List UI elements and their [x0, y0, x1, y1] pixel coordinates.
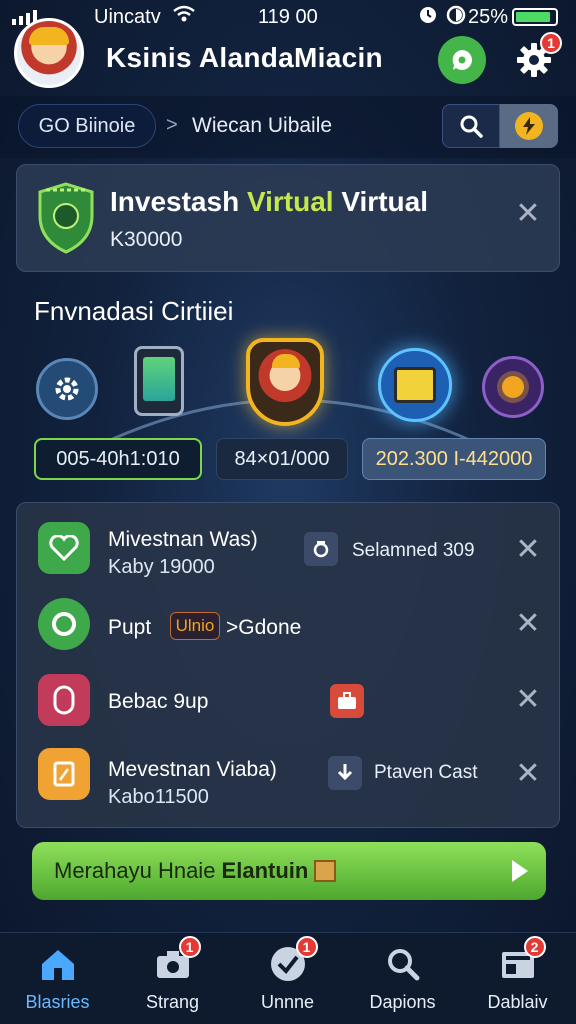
cta-button[interactable]: Merahayu Hnaie Elantuin: [32, 842, 546, 900]
nav-label: Unnne: [260, 992, 315, 1012]
close-icon[interactable]: ✕: [514, 609, 542, 639]
dnd-icon: [446, 5, 466, 31]
home-icon: [36, 942, 80, 986]
nav-item-check[interactable]: 1 Unnne: [230, 936, 345, 1018]
nav-item-camera[interactable]: 1 Strang: [115, 936, 230, 1018]
document-icon: [38, 748, 90, 800]
battery-percent: 25%: [468, 6, 509, 28]
chat-icon: [452, 50, 472, 70]
heart-icon: [38, 522, 90, 574]
clock: 119 00: [258, 6, 318, 28]
play-icon: [512, 860, 528, 882]
list-item-title: Pupt: [108, 616, 152, 639]
nav-label: Strang: [145, 992, 200, 1012]
capsule-icon: [38, 674, 90, 726]
breadcrumb-current: Wiecan Uibaile: [192, 114, 333, 137]
value-pill-2[interactable]: 84×01/000: [216, 438, 348, 480]
investment-amount: K30000: [110, 228, 183, 251]
status-bar: Uincatv 119 00 25%: [0, 0, 576, 34]
ring-icon: [38, 598, 90, 650]
wallet-node[interactable]: [378, 348, 452, 422]
nav-label: Dablaiv: [487, 992, 548, 1012]
briefcase-icon: [330, 684, 364, 718]
nav-label: Blasries: [25, 992, 90, 1012]
shield-icon: [38, 182, 94, 254]
cta-label: Merahayu Hnaie Elantuin: [54, 858, 309, 883]
list-item-title: Bebac 9up: [108, 690, 209, 713]
status-badge: Ulnio: [170, 612, 220, 640]
list-item-title: Mivestnan Was): [108, 528, 258, 551]
settings-button[interactable]: 1: [512, 32, 562, 82]
list-item-sub: Kabo11500: [108, 786, 209, 808]
battery-icon: [512, 8, 558, 26]
nav-item-dashboard[interactable]: 2 Dablaiv: [460, 936, 575, 1018]
camera-icon: 1: [151, 936, 201, 986]
dashboard-icon: 2: [496, 936, 546, 986]
carrier-name: Uincatv: [94, 6, 161, 28]
value-pill-1[interactable]: 005-40h1:010: [34, 438, 202, 480]
breadcrumb-separator: >: [166, 114, 178, 136]
investment-title: Investash Virtual Virtual: [110, 186, 428, 217]
search-button[interactable]: [442, 104, 500, 148]
list-item-suffix: >Gdone: [226, 616, 302, 639]
value-pill-3[interactable]: 202.300 I-442000: [362, 438, 546, 480]
download-icon: [328, 756, 362, 790]
box-icon: [314, 860, 337, 882]
section-title: Fnvnadasi Cirtiiei: [34, 296, 234, 326]
close-icon[interactable]: ✕: [514, 759, 542, 789]
list-item-side-label: Selamned 309: [352, 540, 475, 561]
phone-node[interactable]: [134, 346, 184, 416]
list-item-side-label: Ptaven Cast: [374, 762, 478, 783]
gear-node[interactable]: [36, 358, 98, 420]
nav-label: Dapions: [369, 992, 436, 1012]
close-icon[interactable]: ✕: [514, 685, 542, 715]
settings-badge: 1: [540, 32, 562, 54]
breadcrumb-root[interactable]: GO Biinoie: [18, 104, 156, 148]
worker-avatar-node[interactable]: [246, 338, 324, 426]
search-icon: [381, 942, 425, 986]
nav-item-search[interactable]: Dapions: [345, 938, 460, 1018]
nav-item-home[interactable]: Blasries: [0, 938, 115, 1018]
sun-node[interactable]: [482, 356, 544, 418]
wifi-icon: [172, 4, 196, 30]
nav-badge: 1: [295, 936, 318, 958]
nav-badge: 2: [523, 936, 546, 958]
avatar[interactable]: [14, 18, 84, 88]
camera-icon: [304, 532, 338, 566]
close-icon[interactable]: ✕: [514, 199, 542, 229]
list-item-title: Mevestnan Viaba): [108, 758, 277, 781]
close-icon[interactable]: ✕: [514, 535, 542, 565]
search-icon: [460, 115, 483, 138]
investment-card: [16, 164, 560, 272]
nav-badge: 1: [178, 936, 201, 958]
chat-button[interactable]: [438, 36, 486, 84]
alarm-icon: [418, 5, 438, 31]
bolt-icon: [515, 112, 543, 140]
gear-icon: [55, 377, 79, 401]
bolt-button[interactable]: [500, 104, 558, 148]
list-item-sub: Kaby 19000: [108, 556, 215, 578]
check-icon: 1: [266, 936, 318, 986]
list-panel: [16, 502, 560, 828]
app-title: Ksinis AlandaMiacin: [106, 42, 383, 73]
